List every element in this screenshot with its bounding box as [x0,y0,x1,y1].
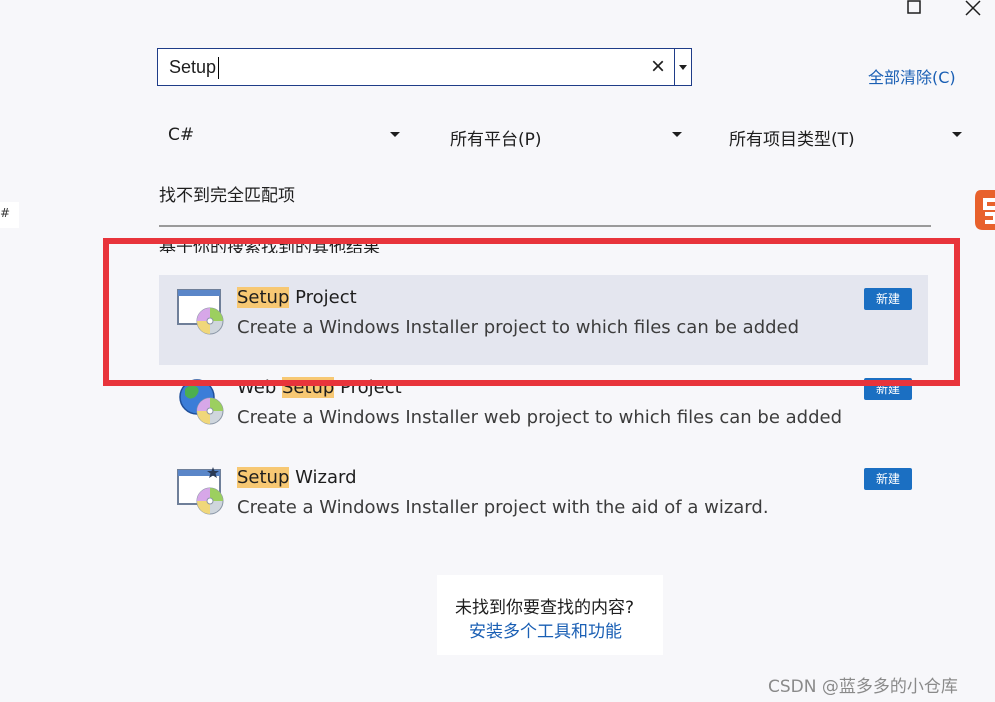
platform-filter-label: 所有平台(P) [450,130,542,150]
result-description: Create a Windows Installer project to wh… [237,317,800,338]
clear-search-button[interactable]: × [648,53,670,80]
new-badge: 新建 [864,468,912,490]
new-badge: 新建 [864,378,912,400]
maximize-icon [907,0,921,14]
close-icon [965,0,981,16]
web-setup-project-icon [179,379,224,425]
watermark: CSDN @蓝多多的小仓库 [768,677,958,697]
result-description: Create a Windows Installer web project t… [237,407,842,428]
template-result-setup-wizard[interactable]: Setup Wizard Create a Windows Installer … [159,455,928,545]
close-window-button[interactable] [958,0,988,16]
result-description: Create a Windows Installer project with … [237,497,769,518]
result-title: Setup Project [237,287,357,308]
project-type-filter-label: 所有项目类型(T) [729,130,855,150]
search-history-dropdown[interactable] [675,49,692,85]
maximize-button[interactable] [900,0,930,16]
project-type-filter[interactable]: 所有项目类型(T) [729,122,962,150]
logo-icon [975,190,995,230]
other-results-heading: 基于你的搜索找到的其他结果 [159,238,380,253]
platform-filter[interactable]: 所有平台(P) [450,122,682,150]
match-highlight: Setup [237,467,290,488]
clear-all-link[interactable]: 全部清除(C) [868,64,956,88]
not-found-panel: 未找到你要查找的内容? 安装多个工具和功能 [437,575,663,655]
search-box: × [157,48,692,86]
new-badge: 新建 [864,288,912,310]
chevron-down-icon [390,132,400,137]
match-highlight: Setup [237,287,290,308]
setup-wizard-icon [177,467,224,515]
chevron-down-icon [952,132,962,137]
section-divider [159,225,931,227]
side-tab-label: # [0,206,11,220]
setup-project-icon [177,289,224,335]
match-highlight: Setup [281,377,335,398]
no-exact-match-heading: 找不到完全匹配项 [159,186,295,206]
language-filter-label: C# [168,125,195,145]
result-title: Web Setup Project [237,377,402,398]
clear-icon: × [651,53,666,80]
install-tools-link[interactable]: 安装多个工具和功能 [469,617,622,642]
search-input[interactable] [158,49,649,85]
chevron-down-icon [679,65,687,70]
result-title: Setup Wizard [237,467,357,488]
template-result-web-setup-project[interactable]: Web Setup Project Create a Windows Insta… [159,365,928,455]
not-found-question: 未找到你要查找的内容? [455,598,635,618]
template-result-setup-project[interactable]: Setup Project Create a Windows Installer… [159,275,928,365]
text-caret [218,57,219,79]
language-filter[interactable]: C# [168,122,400,150]
side-tab[interactable]: # [0,202,19,228]
chevron-down-icon [672,132,682,137]
